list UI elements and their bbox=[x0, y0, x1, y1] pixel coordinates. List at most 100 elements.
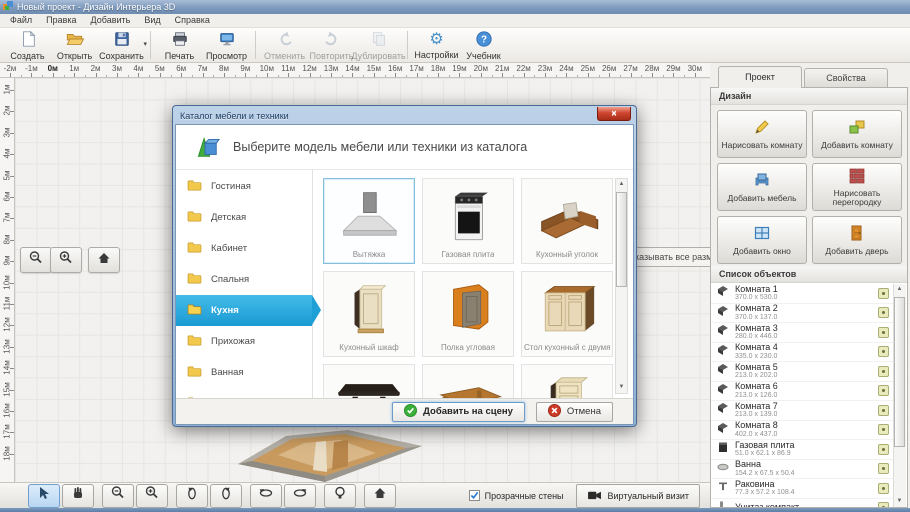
ruler-tick bbox=[245, 73, 246, 77]
visibility-indicator[interactable] bbox=[878, 385, 889, 396]
preview-button[interactable]: Просмотр bbox=[203, 28, 250, 62]
visibility-indicator[interactable] bbox=[878, 327, 889, 338]
rotate-left-tool-button[interactable] bbox=[176, 484, 208, 508]
print-button[interactable]: Печать bbox=[156, 28, 203, 62]
category-office[interactable]: Кабинет bbox=[176, 233, 312, 264]
new-project-button[interactable]: Создать bbox=[4, 28, 51, 62]
tutorial-button[interactable]: ? Учебник bbox=[460, 28, 507, 62]
menu-view[interactable]: Вид bbox=[137, 14, 167, 27]
zoom-in-tool-button[interactable] bbox=[136, 484, 168, 508]
object-list-scrollbar[interactable]: ▲ ▼ bbox=[893, 284, 906, 507]
object-row-stove[interactable]: Газовая плита51.0 x 62.1 x 86.9 bbox=[711, 440, 907, 460]
category-label: Кабинет bbox=[211, 243, 247, 254]
settings-button[interactable]: ⚙ Настройки bbox=[413, 28, 460, 62]
draw-room-button[interactable]: Нарисовать комнату bbox=[717, 110, 807, 158]
draw-partition-button[interactable]: Нарисовать перегородку bbox=[812, 163, 902, 211]
add-furniture-button[interactable]: Добавить мебель bbox=[717, 163, 807, 211]
catalog-item-kitchen-cabinet[interactable]: Кухонный шкаф bbox=[323, 271, 415, 357]
visibility-indicator[interactable] bbox=[878, 307, 889, 318]
menu-file[interactable]: Файл bbox=[3, 14, 39, 27]
catalog-item-drawer-cabinet[interactable] bbox=[521, 364, 613, 398]
object-row-room-1[interactable]: Комната 1370.0 x 530.0 bbox=[711, 284, 907, 304]
visibility-indicator[interactable] bbox=[878, 288, 889, 299]
add-door-button[interactable]: Добавить дверь bbox=[812, 216, 902, 264]
dialog-title-bar[interactable]: Каталог мебели и техники × bbox=[175, 108, 634, 124]
catalog-item-kitchen-corner[interactable]: Кухонный уголок bbox=[521, 178, 613, 264]
open-project-button[interactable]: Открыть bbox=[51, 28, 98, 62]
add-window-button[interactable]: Добавить окно bbox=[717, 216, 807, 264]
object-row-room-8[interactable]: Комната 8402.0 x 437.0 bbox=[711, 421, 907, 441]
category-kitchen[interactable]: Кухня bbox=[176, 295, 312, 326]
visibility-indicator[interactable] bbox=[878, 346, 889, 357]
ruler-tick bbox=[310, 73, 311, 77]
catalog-item-kitchen-cupboard[interactable]: Стол кухонный с двумя я... bbox=[521, 271, 613, 357]
dialog-content: Гостиная Детская Кабинет Спальня Кухня П… bbox=[176, 169, 633, 398]
catalog-item-wooden-table[interactable] bbox=[422, 364, 514, 398]
menu-add[interactable]: Добавить bbox=[84, 14, 138, 27]
object-row-toilet[interactable]: Унитаз компакт bbox=[711, 499, 907, 508]
object-row-room-3[interactable]: Комната 3280.0 x 446.0 bbox=[711, 323, 907, 343]
catalog-item-corner-shelf[interactable]: Полка угловая bbox=[422, 271, 514, 357]
object-row-bathtub[interactable]: Ванна154.2 x 67.5 x 50.4 bbox=[711, 460, 907, 480]
scroll-up-arrow[interactable]: ▲ bbox=[894, 284, 905, 295]
visibility-indicator[interactable] bbox=[878, 366, 889, 377]
pan-tool-button[interactable] bbox=[62, 484, 94, 508]
show-all-sizes-label[interactable]: казывать все размеры bbox=[632, 247, 710, 267]
category-kids-room[interactable]: Детская bbox=[176, 202, 312, 233]
light-tool-button[interactable] bbox=[324, 484, 356, 508]
visibility-indicator[interactable] bbox=[878, 463, 889, 474]
menu-edit[interactable]: Правка bbox=[39, 14, 83, 27]
tab-properties[interactable]: Свойства bbox=[804, 68, 888, 88]
add-to-scene-button[interactable]: Добавить на сцену bbox=[392, 402, 525, 422]
object-row-room-5[interactable]: Комната 5213.0 x 202.0 bbox=[711, 362, 907, 382]
add-room-button[interactable]: Добавить комнату bbox=[812, 110, 902, 158]
home-view-tool-button[interactable] bbox=[364, 484, 396, 508]
category-bathroom[interactable]: Ванная bbox=[176, 357, 312, 388]
canvas-home-button[interactable] bbox=[88, 247, 120, 273]
menu-help[interactable]: Справка bbox=[168, 14, 217, 27]
visibility-indicator[interactable] bbox=[878, 502, 889, 507]
ruler-tick bbox=[10, 90, 14, 91]
object-row-room-4[interactable]: Комната 4335.0 x 230.0 bbox=[711, 343, 907, 363]
scroll-thumb[interactable] bbox=[894, 297, 905, 447]
virtual-visit-button[interactable]: Виртуальный визит bbox=[576, 484, 700, 508]
transparent-walls-checkbox[interactable] bbox=[469, 490, 480, 501]
orbit-left-tool-button[interactable] bbox=[250, 484, 282, 508]
catalog-item-dark-table[interactable] bbox=[323, 364, 415, 398]
select-tool-button[interactable] bbox=[28, 484, 60, 508]
scroll-thumb[interactable] bbox=[616, 192, 627, 287]
catalog-items-area: Вытяжка Газовая плита Кухонный уголок bbox=[313, 170, 633, 398]
scroll-down-arrow[interactable]: ▼ bbox=[894, 496, 905, 507]
category-misc[interactable]: Разное bbox=[176, 388, 312, 398]
catalog-item-cooker-hood[interactable]: Вытяжка bbox=[323, 178, 415, 264]
orbit-right-tool-button[interactable] bbox=[284, 484, 316, 508]
scroll-down-arrow[interactable]: ▼ bbox=[616, 382, 627, 393]
cancel-button[interactable]: Отмена bbox=[536, 402, 613, 422]
category-living-room[interactable]: Гостиная bbox=[176, 171, 312, 202]
dialog-close-button[interactable]: × bbox=[597, 107, 631, 121]
canvas-zoom-out-button[interactable] bbox=[20, 247, 52, 273]
object-row-room-7[interactable]: Комната 7213.0 x 139.0 bbox=[711, 401, 907, 421]
rotate-right-tool-button[interactable] bbox=[210, 484, 242, 508]
save-project-button[interactable]: Сохранить ▾ bbox=[98, 28, 145, 62]
object-row-sink[interactable]: Раковина77.3 x 57.2 x 108.4 bbox=[711, 479, 907, 499]
visibility-indicator[interactable] bbox=[878, 405, 889, 416]
zoom-out-tool-button[interactable] bbox=[102, 484, 134, 508]
tab-project[interactable]: Проект bbox=[718, 66, 802, 88]
object-row-room-2[interactable]: Комната 2370.0 x 137.0 bbox=[711, 304, 907, 324]
visibility-indicator[interactable] bbox=[878, 444, 889, 455]
category-hallway[interactable]: Прихожая bbox=[176, 326, 312, 357]
object-row-room-6[interactable]: Комната 6213.0 x 126.0 bbox=[711, 382, 907, 402]
ruler-tick bbox=[74, 73, 75, 77]
catalog-scrollbar[interactable]: ▲ ▼ bbox=[615, 178, 628, 394]
save-dropdown-arrow[interactable]: ▾ bbox=[143, 40, 147, 48]
visibility-indicator[interactable] bbox=[878, 483, 889, 494]
catalog-item-gas-stove[interactable]: Газовая плита bbox=[422, 178, 514, 264]
category-bedroom[interactable]: Спальня bbox=[176, 264, 312, 295]
visibility-indicator[interactable] bbox=[878, 424, 889, 435]
scroll-up-arrow[interactable]: ▲ bbox=[616, 179, 627, 190]
canvas-zoom-in-button[interactable] bbox=[50, 247, 82, 273]
ruler-tick bbox=[53, 73, 54, 77]
dark-dinner-table-icon bbox=[331, 371, 407, 398]
transparent-walls-label: Прозрачные стены bbox=[485, 491, 564, 501]
